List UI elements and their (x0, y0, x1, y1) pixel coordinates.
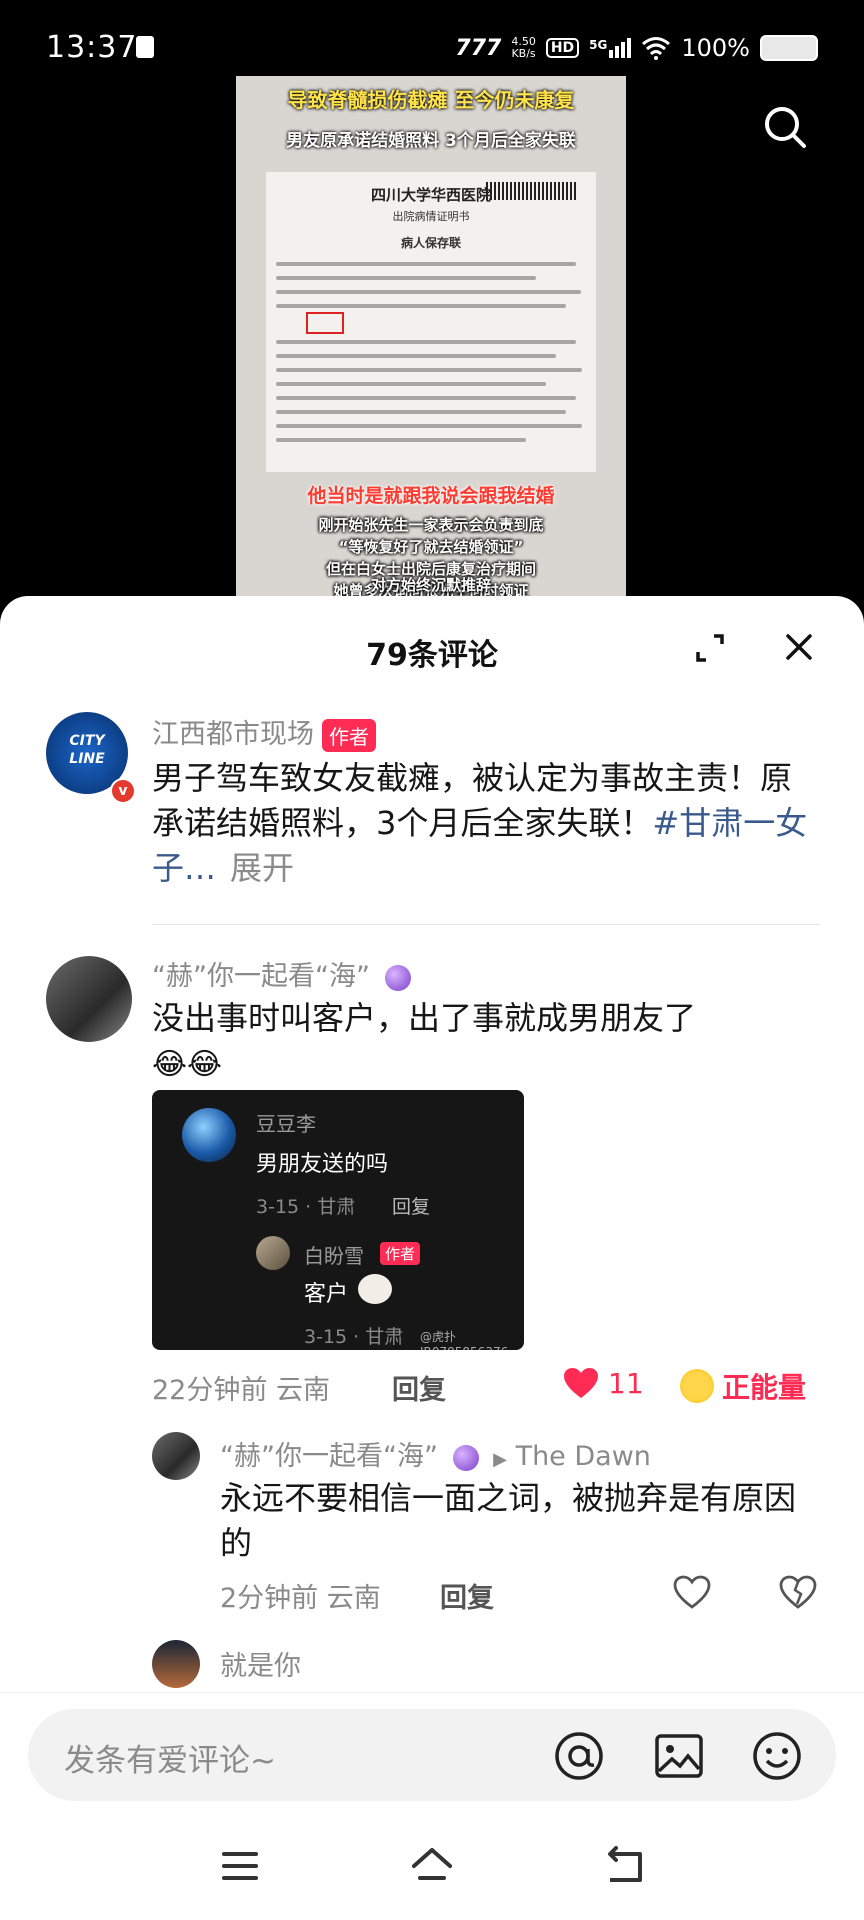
reply-button[interactable]: 回复 (440, 1576, 494, 1615)
like-count: 11 (608, 1366, 644, 1400)
reply-to-user[interactable]: The Dawn (516, 1441, 651, 1472)
mention-icon[interactable] (552, 1729, 606, 1783)
like-button[interactable]: 11 (562, 1366, 644, 1400)
status-time: 13:37 (46, 30, 138, 65)
crystal-ball-icon (452, 1444, 479, 1471)
energy-button[interactable]: 正能量 (680, 1366, 806, 1406)
expand-icon[interactable] (694, 632, 726, 664)
search-icon[interactable] (762, 104, 808, 150)
doc-copy-label: 病人保存联 (400, 236, 461, 250)
screenshot-reply: 回复 (392, 1196, 431, 1218)
screenshot-meta: 3-15 · 甘肃 (304, 1326, 404, 1348)
video-caption-line: 刚开始张先生一家表示会负责到底 (318, 516, 544, 534)
video-caption-line: “等恢复好了就去结婚领证” (338, 538, 524, 556)
home-icon[interactable] (408, 1842, 456, 1890)
highlight-box (306, 312, 344, 334)
comment-username[interactable]: 就是你 (220, 1644, 301, 1683)
screenshot-meta: 3-15 · 甘肃 (256, 1196, 356, 1218)
author-badge: 作者 (322, 719, 376, 752)
doc-title: 四川大学华西医院 (370, 186, 491, 204)
sun-icon (680, 1369, 714, 1403)
screenshot-text: 客户 (304, 1282, 349, 1307)
cat-emoji-icon (358, 1274, 392, 1304)
dislike-icon[interactable] (778, 1574, 818, 1610)
comment-text: 永远不要相信一面之词，被抛弃是有原因的 (220, 1479, 797, 1562)
comment-placeholder: 发条有爱评论~ (64, 1743, 276, 1779)
save-icon (136, 36, 154, 58)
watermark: @虎扑JR0785856376 (420, 1330, 508, 1350)
battery-icon (760, 35, 818, 61)
expand-text-link[interactable]: 展开 (230, 849, 294, 887)
video-caption-line: 对方始终沉默推辞 (370, 576, 491, 594)
screenshot-username: 白盼雪 (304, 1244, 364, 1268)
crystal-ball-icon (384, 964, 411, 991)
system-nav-bar (0, 1810, 864, 1920)
comment-time: 22分钟前 云南 (152, 1375, 330, 1406)
doc-subtitle: 出院病情证明书 (392, 210, 470, 223)
screenshot-username: 豆豆李 (256, 1112, 316, 1136)
energy-label: 正能量 (722, 1371, 807, 1404)
close-icon[interactable] (782, 630, 816, 664)
comment-count-title: 79条评论 (366, 638, 498, 673)
avatar[interactable] (46, 956, 132, 1042)
comment-text: 男子驾车致女友截瘫，被认定为事故主责！原承诺结婚照料，3个月后全家失联！#甘肃一… (152, 759, 808, 887)
comment-username[interactable]: 江西都市现场 作者 (152, 712, 376, 752)
back-icon[interactable] (600, 1842, 648, 1890)
avatar (182, 1108, 236, 1162)
comment-text: 没出事时叫客户，出了事就成男朋友了 😂😂 (152, 999, 697, 1082)
video-caption-red: 他当时是就跟我说会跟我结婚 (307, 485, 555, 507)
avatar[interactable] (152, 1640, 200, 1688)
comment-username[interactable]: “赫”你一起看“海” (152, 954, 411, 993)
wifi-icon (642, 37, 671, 60)
divider (152, 924, 820, 925)
comment-image[interactable]: 豆豆李 男朋友送的吗 3-15 · 甘肃 回复 白盼雪 作者 客户 3-15 ·… (152, 1090, 524, 1350)
comment-username[interactable]: “赫”你一起看“海” ▶ The Dawn (220, 1434, 651, 1473)
video-caption-top: 导致脊髓损伤截瘫 至今仍未康复 (287, 88, 575, 112)
author-badge: 作者 (380, 1242, 421, 1265)
heart-outline-icon[interactable] (672, 1574, 712, 1610)
hd-icon: HD (545, 38, 580, 58)
reply-arrow-icon: ▶ (493, 1449, 507, 1470)
laughing-emoji-icon: 😂😂 (152, 1047, 223, 1082)
avatar (256, 1236, 290, 1270)
comment-input-bar: 发条有爱评论~ (0, 1692, 864, 1801)
image-icon[interactable] (652, 1729, 706, 1783)
screenshot-text: 男朋友送的吗 (256, 1152, 389, 1177)
comment-time: 2分钟前 云南 (220, 1583, 381, 1614)
emoji-icon[interactable] (750, 1729, 804, 1783)
battery-percent: 100% (681, 34, 750, 62)
avatar[interactable] (152, 1432, 200, 1480)
network-logo-icon: 777 (455, 35, 502, 61)
video-player[interactable]: 导致脊髓损伤截瘫 至今仍未康复 男友原承诺结婚照料 3个月后全家失联 四川大学华… (236, 76, 626, 596)
reply-button[interactable]: 回复 (392, 1368, 446, 1407)
comment-input[interactable]: 发条有爱评论~ (28, 1709, 836, 1801)
signal-icon: 5G (589, 38, 632, 58)
menu-icon[interactable] (216, 1842, 264, 1890)
status-indicators: 777 4.50 KB/s HD 5G 100% (455, 34, 818, 62)
net-speed: 4.50 KB/s (511, 35, 536, 60)
video-caption-top2: 男友原承诺结婚照料 3个月后全家失联 (286, 131, 576, 151)
verified-icon: v (110, 778, 136, 804)
hospital-document-image: 四川大学华西医院 出院病情证明书 病人保存联 (266, 172, 596, 472)
heart-filled-icon (564, 1368, 598, 1398)
city-logo-icon: CITY LINE (69, 733, 105, 767)
